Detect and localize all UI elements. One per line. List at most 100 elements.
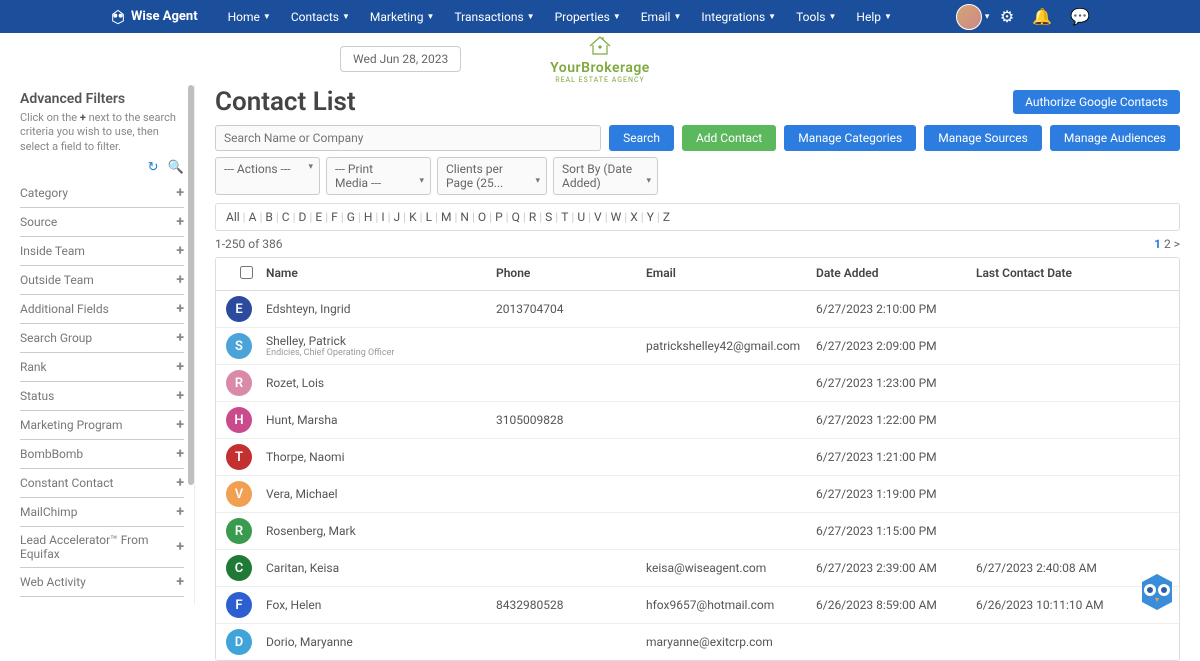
- alpha-k[interactable]: K: [409, 210, 417, 224]
- plus-icon[interactable]: +: [176, 417, 184, 433]
- col-last-contact[interactable]: Last Contact Date: [976, 266, 1169, 282]
- filter-source[interactable]: Source+: [20, 208, 184, 237]
- col-date-added[interactable]: Date Added: [816, 266, 976, 282]
- table-row[interactable]: TThorpe, Naomi6/27/2023 1:21:00 PM: [216, 439, 1179, 476]
- alpha-v[interactable]: V: [594, 210, 602, 224]
- alpha-p[interactable]: P: [495, 210, 503, 224]
- add-contact-button[interactable]: Add Contact: [682, 125, 776, 151]
- col-phone[interactable]: Phone: [496, 266, 646, 282]
- chat-icon[interactable]: 💬: [1070, 7, 1090, 26]
- refresh-icon[interactable]: ↻: [148, 160, 159, 175]
- plus-icon[interactable]: +: [176, 359, 184, 375]
- alpha-x[interactable]: X: [630, 210, 638, 224]
- alpha-n[interactable]: N: [460, 210, 469, 224]
- alpha-o[interactable]: O: [478, 210, 486, 224]
- filter-rank[interactable]: Rank+: [20, 353, 184, 382]
- authorize-google-button[interactable]: Authorize Google Contacts: [1013, 90, 1180, 114]
- col-email[interactable]: Email: [646, 266, 816, 282]
- alpha-t[interactable]: T: [561, 210, 568, 224]
- plus-icon[interactable]: +: [176, 272, 184, 288]
- search-icon[interactable]: 🔍: [168, 160, 184, 175]
- nav-contacts[interactable]: Contacts▼: [281, 10, 360, 24]
- print-media-dropdown[interactable]: --- Print Media ---: [326, 157, 431, 195]
- filter-status[interactable]: Status+: [20, 382, 184, 411]
- alpha-l[interactable]: L: [426, 210, 432, 224]
- filter-outside-team[interactable]: Outside Team+: [20, 266, 184, 295]
- nav-transactions[interactable]: Transactions▼: [444, 10, 544, 24]
- plus-icon[interactable]: +: [176, 243, 184, 259]
- alpha-z[interactable]: Z: [663, 210, 670, 224]
- table-row[interactable]: RRosenberg, Mark6/27/2023 1:15:00 PM: [216, 513, 1179, 550]
- nav-help[interactable]: Help▼: [846, 10, 902, 24]
- alpha-i[interactable]: I: [381, 210, 384, 224]
- nav-marketing[interactable]: Marketing▼: [360, 10, 445, 24]
- alpha-r[interactable]: R: [529, 210, 536, 224]
- actions-dropdown[interactable]: --- Actions ---: [215, 157, 320, 195]
- sort-dropdown[interactable]: Sort By (Date Added): [553, 157, 658, 195]
- alpha-f[interactable]: F: [331, 210, 338, 224]
- alpha-h[interactable]: H: [364, 210, 373, 224]
- plus-icon[interactable]: +: [176, 603, 184, 605]
- table-row[interactable]: HHunt, Marsha31050098286/27/2023 1:22:00…: [216, 402, 1179, 439]
- brand-logo[interactable]: Wise Agent: [110, 9, 198, 25]
- filter-marketing-program[interactable]: Marketing Program+: [20, 411, 184, 440]
- alpha-c[interactable]: C: [282, 210, 290, 224]
- table-row[interactable]: RRozet, Lois6/27/2023 1:23:00 PM: [216, 365, 1179, 402]
- alpha-j[interactable]: J: [394, 210, 401, 224]
- pager-next[interactable]: 2: [1164, 237, 1171, 251]
- table-row[interactable]: SShelley, PatrickEndicies, Chief Operati…: [216, 328, 1179, 365]
- table-row[interactable]: CCaritan, Keisakeisa@wiseagent.com6/27/2…: [216, 550, 1179, 587]
- bell-icon[interactable]: 🔔: [1032, 7, 1052, 26]
- filter-search-group[interactable]: Search Group+: [20, 324, 184, 353]
- filter-constant-contact[interactable]: Constant Contact+: [20, 469, 184, 498]
- search-button[interactable]: Search: [609, 125, 674, 151]
- nav-properties[interactable]: Properties▼: [545, 10, 631, 24]
- manage-categories-button[interactable]: Manage Categories: [784, 125, 916, 151]
- pager-current[interactable]: 1: [1154, 237, 1161, 251]
- plus-icon[interactable]: +: [176, 301, 184, 317]
- plus-icon[interactable]: +: [176, 574, 184, 590]
- alpha-u[interactable]: U: [577, 210, 585, 224]
- alpha-e[interactable]: E: [315, 210, 322, 224]
- manage-sources-button[interactable]: Manage Sources: [924, 125, 1042, 151]
- alpha-s[interactable]: S: [545, 210, 552, 224]
- plus-icon[interactable]: +: [176, 446, 184, 462]
- plus-icon[interactable]: +: [176, 504, 184, 520]
- table-row[interactable]: VVera, Michael6/27/2023 1:19:00 PM: [216, 476, 1179, 513]
- help-owl-icon[interactable]: [1132, 572, 1182, 616]
- plus-icon[interactable]: +: [176, 475, 184, 491]
- nav-integrations[interactable]: Integrations▼: [691, 10, 786, 24]
- plus-icon[interactable]: +: [176, 330, 184, 346]
- alpha-b[interactable]: B: [265, 210, 272, 224]
- filter-custom-client-fields[interactable]: Custom Client Fields+: [20, 597, 184, 605]
- scrollbar[interactable]: [188, 85, 194, 485]
- table-row[interactable]: EEdshteyn, Ingrid20137047046/27/2023 2:1…: [216, 291, 1179, 328]
- table-row[interactable]: FFox, Helen8432980528hfox9657@hotmail.co…: [216, 587, 1179, 624]
- gear-icon[interactable]: ⚙: [1000, 7, 1014, 26]
- table-row[interactable]: DDorio, Maryannemaryanne@exitcrp.com: [216, 624, 1179, 660]
- filter-additional-fields[interactable]: Additional Fields+: [20, 295, 184, 324]
- select-all-checkbox[interactable]: [240, 266, 253, 279]
- per-page-dropdown[interactable]: Clients per Page (25...: [437, 157, 547, 195]
- alpha-g[interactable]: G: [347, 210, 355, 224]
- pager-arrow[interactable]: >: [1174, 237, 1180, 251]
- alpha-m[interactable]: M: [441, 210, 451, 224]
- user-avatar[interactable]: ▾: [956, 4, 982, 30]
- alpha-w[interactable]: W: [611, 210, 622, 224]
- alpha-a[interactable]: A: [249, 210, 257, 224]
- manage-audiences-button[interactable]: Manage Audiences: [1050, 125, 1180, 151]
- alpha-y[interactable]: Y: [647, 210, 654, 224]
- search-input[interactable]: [215, 125, 601, 151]
- filter-lead-accelerator-from-equifax[interactable]: Lead Accelerator™ From Equifax+: [20, 527, 184, 568]
- plus-icon[interactable]: +: [176, 214, 184, 230]
- filter-inside-team[interactable]: Inside Team+: [20, 237, 184, 266]
- alpha-all[interactable]: All: [226, 210, 240, 224]
- nav-tools[interactable]: Tools▼: [786, 10, 846, 24]
- plus-icon[interactable]: +: [176, 185, 184, 201]
- filter-mailchimp[interactable]: MailChimp+: [20, 498, 184, 527]
- col-name[interactable]: Name: [266, 266, 496, 282]
- nav-home[interactable]: Home▼: [218, 10, 281, 24]
- alpha-q[interactable]: Q: [512, 210, 520, 224]
- plus-icon[interactable]: +: [176, 388, 184, 404]
- filter-category[interactable]: Category+: [20, 179, 184, 208]
